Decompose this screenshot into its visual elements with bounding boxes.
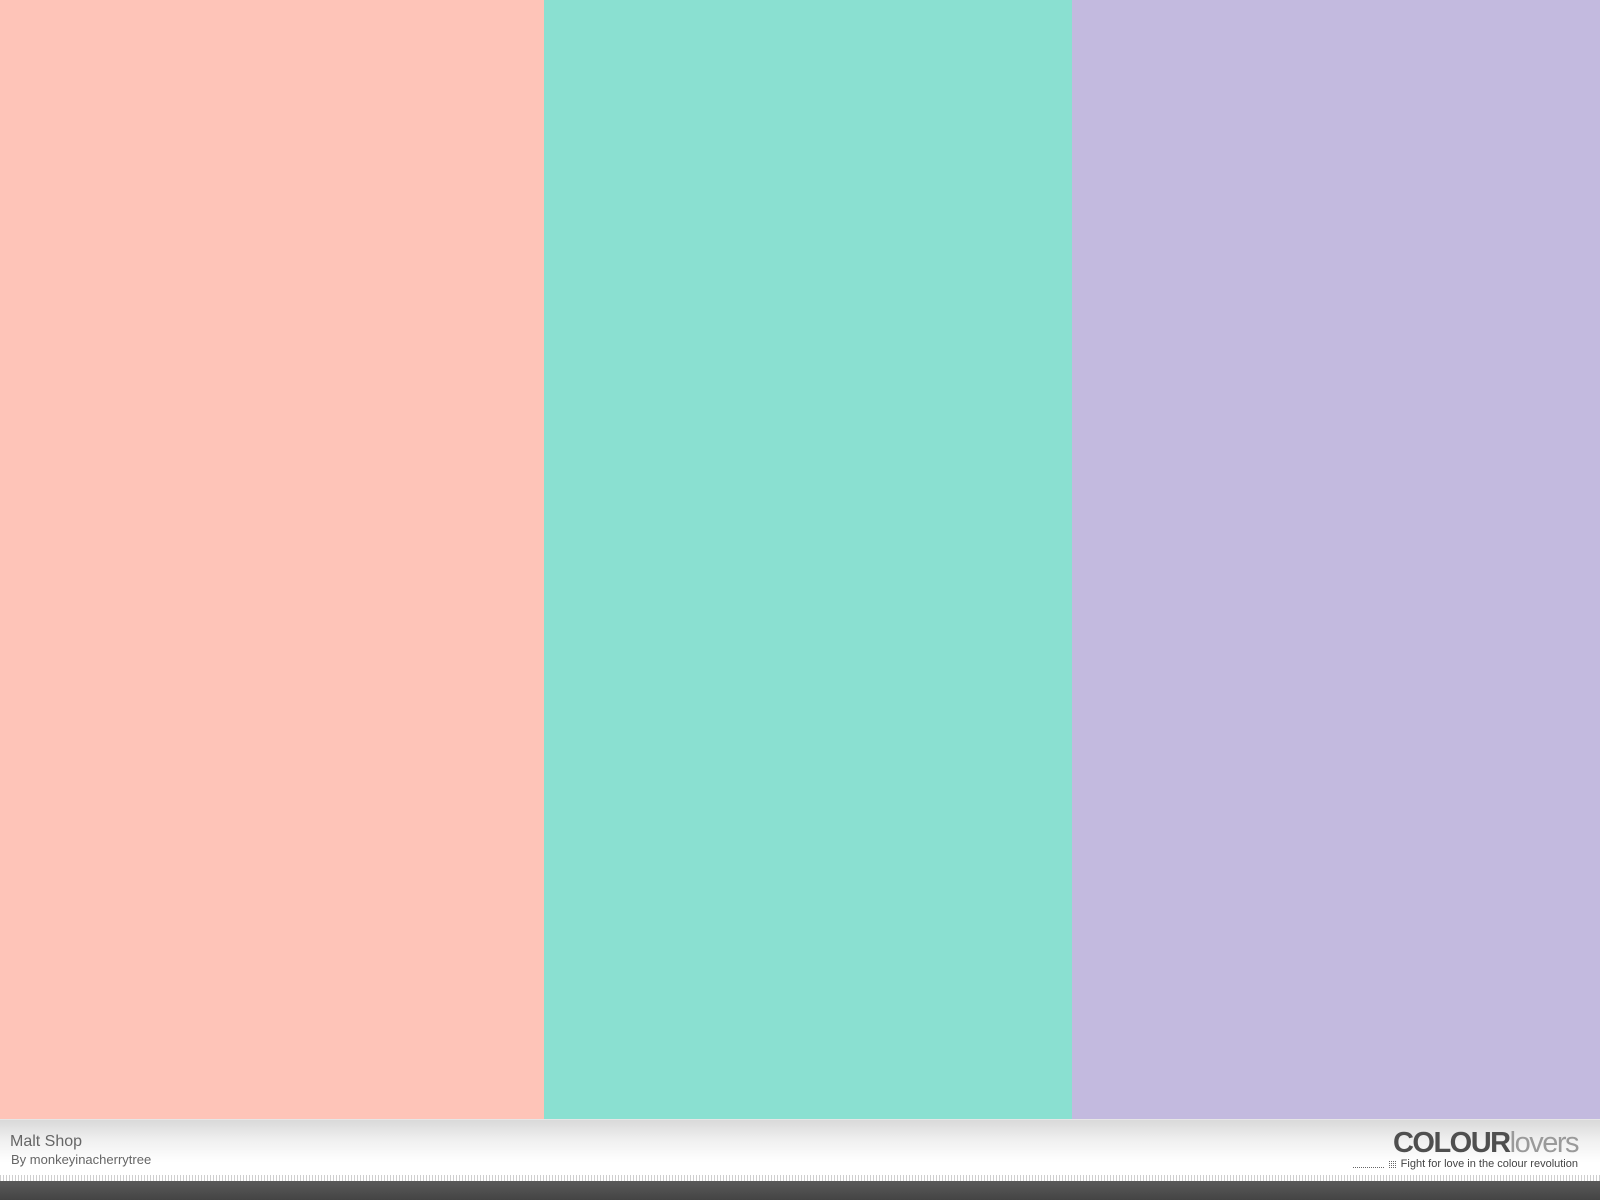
swatch-2 (544, 0, 1072, 1119)
colourlovers-logo[interactable]: COLOURlovers (1353, 1127, 1580, 1159)
palette-swatches (0, 0, 1600, 1119)
dotted-line-icon (1352, 1161, 1385, 1168)
logo-bold-text: COLOUR (1392, 1127, 1511, 1159)
brand-tagline: Fight for love in the colour revolution (1352, 1158, 1578, 1171)
dot-grid-icon (1388, 1160, 1397, 1169)
palette-author: By monkeyinacherrytree (11, 1152, 152, 1167)
colourlovers-brand[interactable]: COLOURlovers Fight for love in the colou… (1352, 1127, 1580, 1171)
swatch-3 (1072, 0, 1600, 1119)
logo-light-text: lovers (1509, 1127, 1580, 1159)
palette-title: Malt Shop (10, 1133, 83, 1150)
tagline-text: Fight for love in the colour revolution (1400, 1158, 1578, 1170)
swatch-1 (0, 0, 544, 1119)
bottom-dark-bar (0, 1181, 1600, 1200)
